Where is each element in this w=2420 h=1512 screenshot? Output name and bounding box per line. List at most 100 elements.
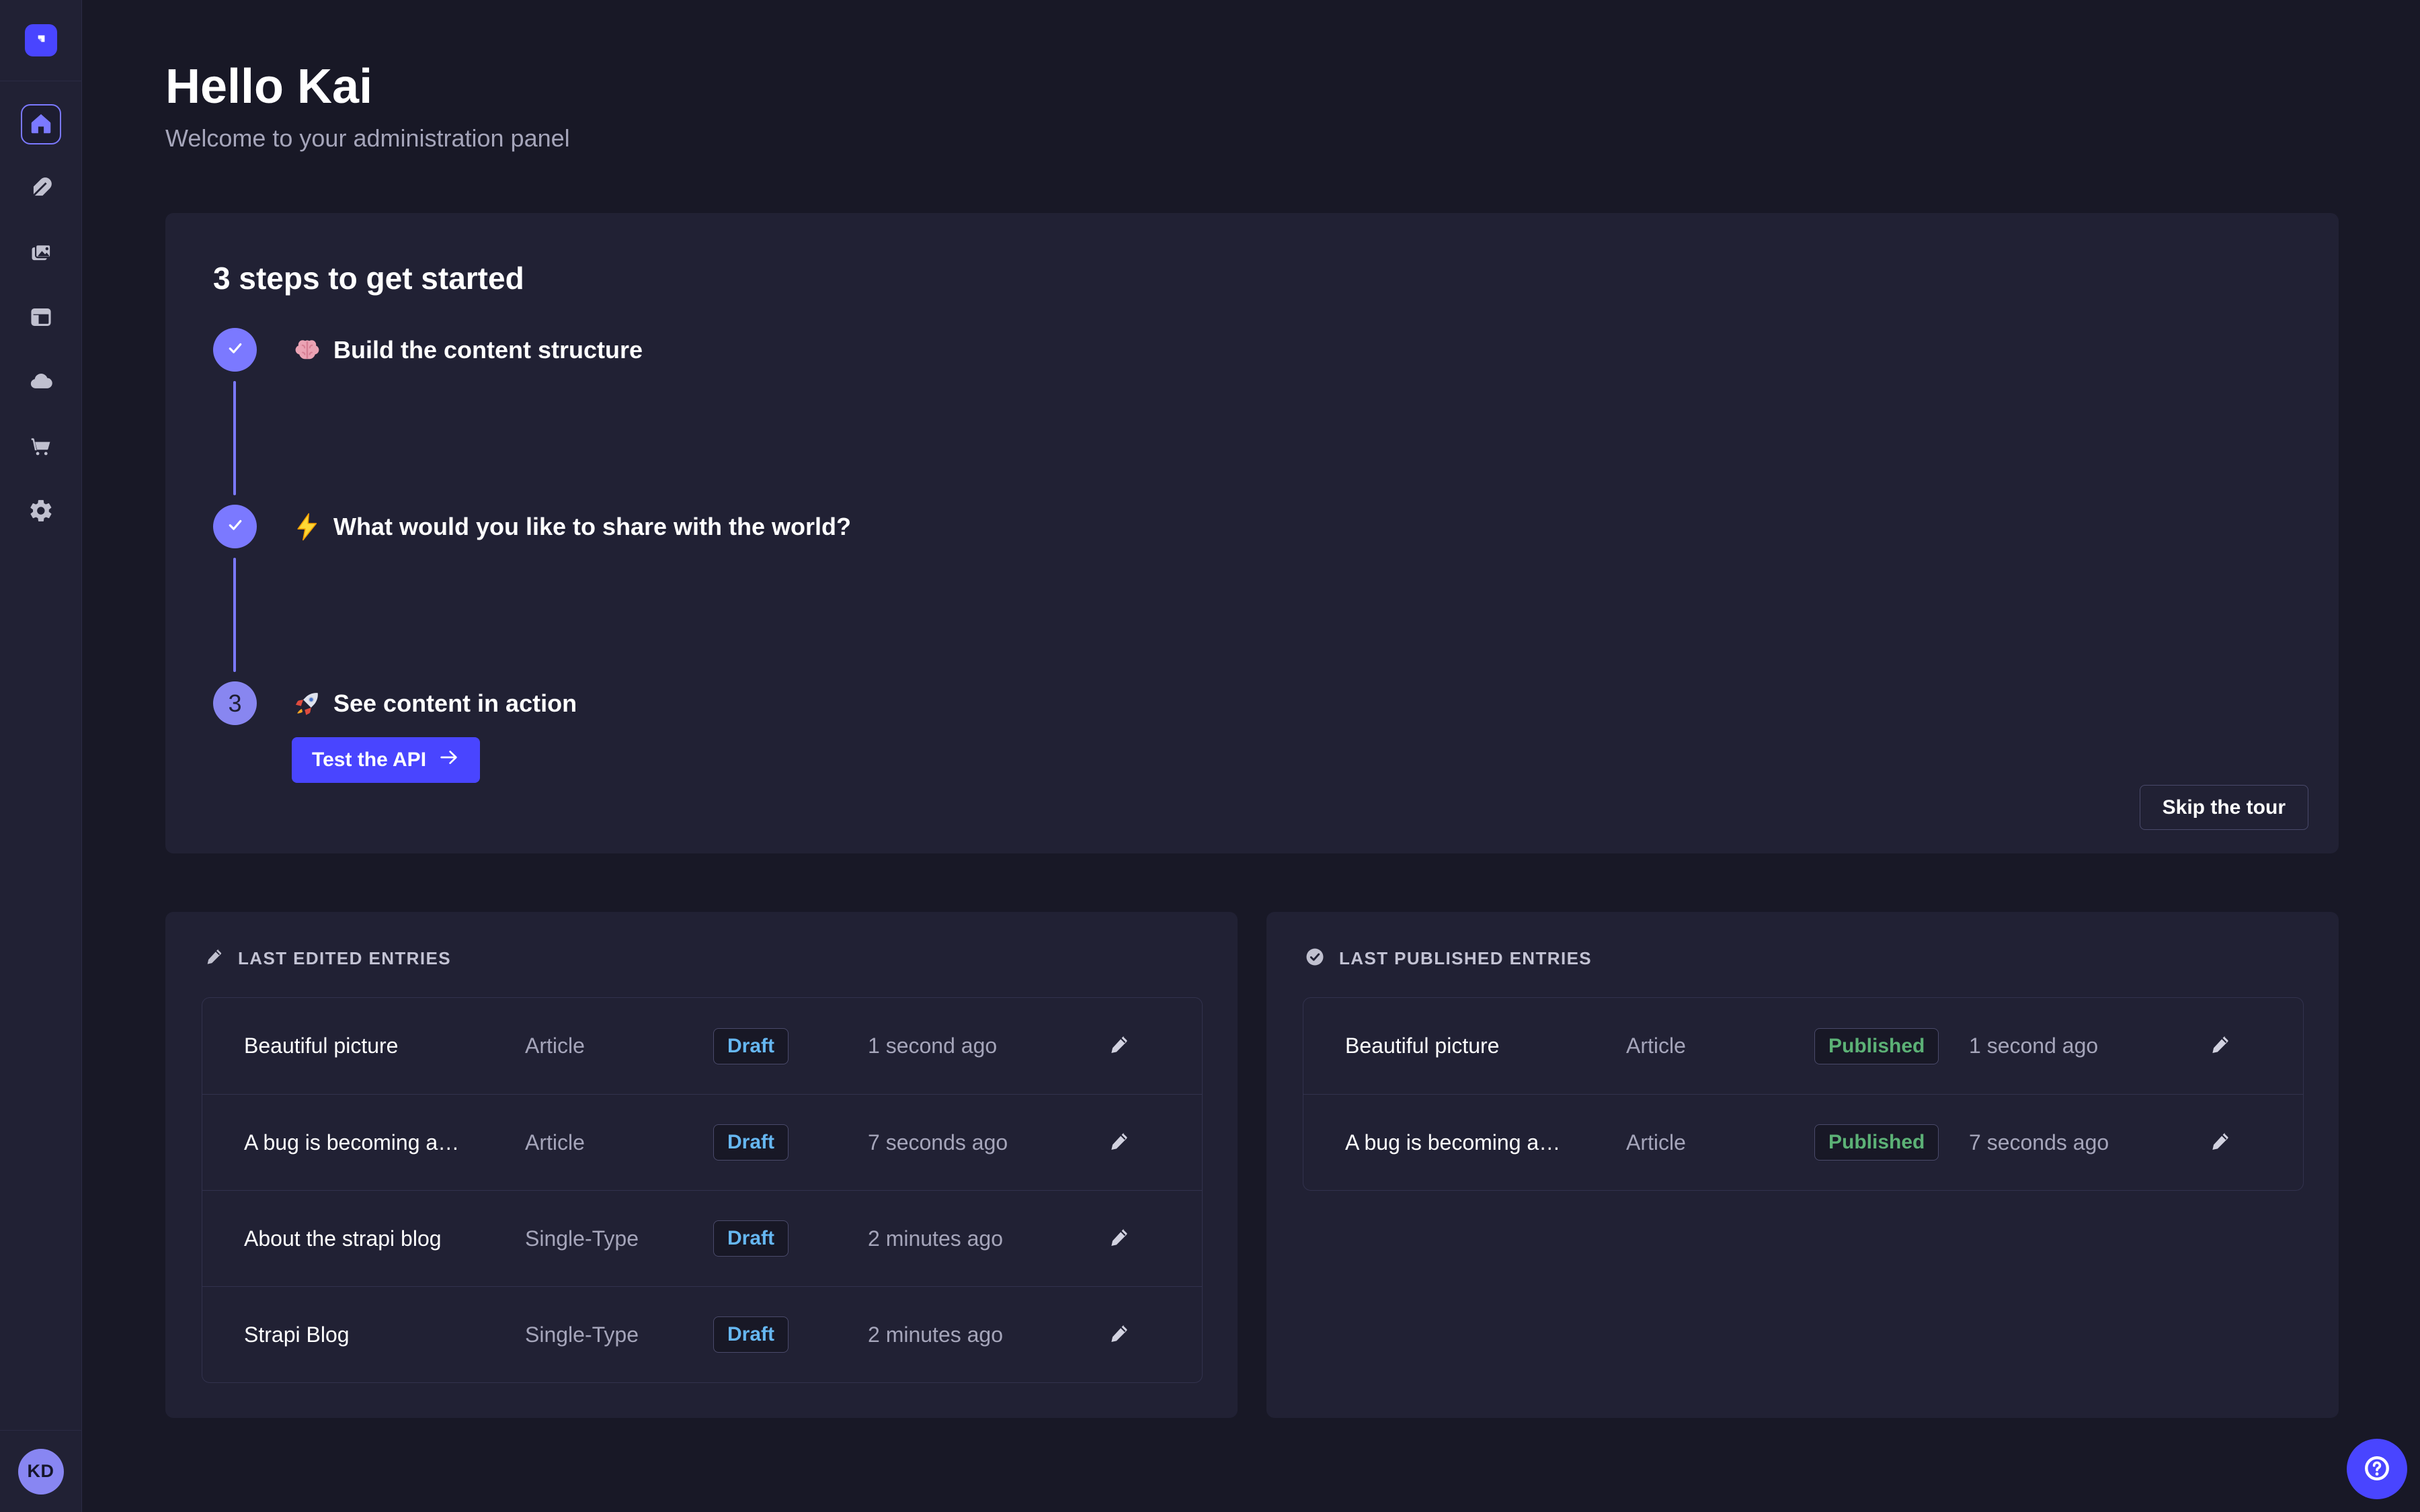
step-3-number-circle: 3: [213, 681, 257, 725]
strapi-logo[interactable]: [25, 24, 57, 56]
table-row: About the strapi blog Single-Type Draft …: [202, 1190, 1202, 1286]
sidebar-item-settings[interactable]: [21, 491, 61, 532]
entry-time: 7 seconds ago: [868, 1130, 1107, 1155]
arrow-right-icon: [438, 747, 460, 773]
check-circle-icon: [1305, 947, 1325, 970]
entry-time: 1 second ago: [868, 1034, 1107, 1058]
media-library-icon: [28, 240, 54, 267]
sidebar-item-marketplace[interactable]: [21, 427, 61, 467]
status-badge: Published: [1814, 1028, 1939, 1064]
entry-time: 1 second ago: [1969, 1034, 2208, 1058]
step-connector: [233, 381, 236, 495]
test-the-api-button[interactable]: Test the API: [292, 737, 480, 783]
entries-cards-row: LAST EDITED ENTRIES Beautiful picture Ar…: [165, 912, 2339, 1418]
entry-title: Strapi Blog: [244, 1322, 525, 1347]
logo-section: [0, 0, 81, 81]
pencil-icon: [1107, 1034, 1130, 1058]
table-row: Beautiful picture Article Draft 1 second…: [202, 998, 1202, 1094]
lightning-emoji-icon: [292, 511, 323, 542]
status-badge: Draft: [713, 1316, 789, 1353]
check-icon: [225, 337, 246, 362]
rocket-emoji-icon: [292, 688, 323, 719]
edit-entry-button[interactable]: [2208, 1130, 2231, 1155]
brain-emoji-icon: [292, 335, 323, 366]
table-row: A bug is becoming a… Article Draft 7 sec…: [202, 1094, 1202, 1190]
status-badge: Draft: [713, 1220, 789, 1257]
pencil-icon: [1107, 1322, 1130, 1347]
tour-step-2: What would you like to share with the wo…: [213, 505, 2290, 548]
main-content: Hello Kai Welcome to your administration…: [82, 0, 2420, 1512]
home-icon: [28, 111, 54, 138]
strapi-logo-icon: [32, 30, 50, 51]
step-3-number: 3: [228, 689, 241, 718]
pencil-icon: [1107, 1226, 1130, 1251]
step-3-label: See content in action: [292, 688, 577, 719]
page-title: Hello Kai: [165, 57, 2420, 116]
sidebar-item-media-library[interactable]: [21, 233, 61, 274]
edit-entry-button[interactable]: [1107, 1034, 1130, 1058]
entry-title: A bug is becoming a…: [1345, 1130, 1626, 1155]
page-header: Hello Kai Welcome to your administration…: [82, 0, 2420, 153]
entry-time: 2 minutes ago: [868, 1322, 1107, 1347]
tour-step-3: 3 See content in action: [213, 681, 2290, 725]
last-published-entries-card: LAST PUBLISHED ENTRIES Beautiful picture…: [1266, 912, 2339, 1418]
step-connector: [233, 558, 236, 672]
entry-time: 7 seconds ago: [1969, 1130, 2208, 1155]
entry-type: Article: [1626, 1034, 1814, 1058]
last-edited-header: LAST EDITED ENTRIES: [204, 947, 1203, 970]
sidebar-item-cloud[interactable]: [21, 362, 61, 403]
last-published-table: Beautiful picture Article Published 1 se…: [1303, 997, 2304, 1191]
last-edited-title: LAST EDITED ENTRIES: [238, 948, 451, 969]
skip-the-tour-button[interactable]: Skip the tour: [2140, 785, 2308, 830]
sidebar-nav: [21, 104, 61, 532]
entry-title: A bug is becoming a…: [244, 1130, 525, 1155]
status-badge: Draft: [713, 1124, 789, 1161]
edit-entry-button[interactable]: [1107, 1226, 1130, 1251]
pencil-icon: [2208, 1130, 2231, 1155]
entry-type: Article: [1626, 1130, 1814, 1155]
guided-tour-card: 3 steps to get started Build the content…: [165, 213, 2339, 853]
edit-entry-button[interactable]: [2208, 1034, 2231, 1058]
avatar[interactable]: KD: [18, 1449, 64, 1495]
entry-title: Beautiful picture: [1345, 1034, 1626, 1058]
last-edited-table: Beautiful picture Article Draft 1 second…: [202, 997, 1203, 1383]
gear-icon: [28, 498, 54, 526]
step-1-label: Build the content structure: [292, 335, 643, 366]
entry-title: About the strapi blog: [244, 1226, 525, 1251]
entry-title: Beautiful picture: [244, 1034, 525, 1058]
last-published-header: LAST PUBLISHED ENTRIES: [1305, 947, 2304, 970]
last-published-title: LAST PUBLISHED ENTRIES: [1339, 948, 1592, 969]
step-1-done-circle: [213, 328, 257, 372]
step-2-done-circle: [213, 505, 257, 548]
content-manager-icon: [28, 304, 54, 332]
shopping-cart-icon: [28, 433, 54, 461]
pencil-icon: [204, 947, 224, 970]
status-badge: Draft: [713, 1028, 789, 1064]
step-2-label: What would you like to share with the wo…: [292, 511, 851, 542]
step-3-text: See content in action: [333, 689, 577, 718]
entry-type: Single-Type: [525, 1226, 713, 1251]
last-edited-entries-card: LAST EDITED ENTRIES Beautiful picture Ar…: [165, 912, 1238, 1418]
tour-step-1: Build the content structure: [213, 328, 2290, 372]
edit-entry-button[interactable]: [1107, 1322, 1130, 1347]
status-badge: Published: [1814, 1124, 1939, 1161]
entry-type: Single-Type: [525, 1322, 713, 1347]
sidebar-item-content-type-builder[interactable]: [21, 169, 61, 209]
cta-row: Test the API: [292, 737, 2290, 783]
edit-entry-button[interactable]: [1107, 1130, 1130, 1155]
entry-time: 2 minutes ago: [868, 1226, 1107, 1251]
sidebar: KD: [0, 0, 82, 1512]
help-button[interactable]: [2347, 1439, 2407, 1499]
question-icon: [2362, 1454, 2392, 1485]
table-row: Beautiful picture Article Published 1 se…: [1303, 998, 2303, 1094]
pencil-icon: [2208, 1034, 2231, 1058]
step-2-text: What would you like to share with the wo…: [333, 513, 851, 541]
table-row: A bug is becoming a… Article Published 7…: [1303, 1094, 2303, 1190]
sidebar-item-home[interactable]: [21, 104, 61, 144]
step-1-text: Build the content structure: [333, 336, 643, 364]
sidebar-user-section: KD: [0, 1430, 81, 1512]
feather-icon: [28, 175, 54, 203]
table-row: Strapi Blog Single-Type Draft 2 minutes …: [202, 1286, 1202, 1382]
entry-type: Article: [525, 1130, 713, 1155]
sidebar-item-content-manager[interactable]: [21, 298, 61, 338]
